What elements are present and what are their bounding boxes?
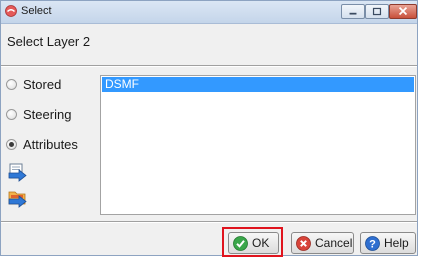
bottom-divider (1, 221, 417, 223)
blue-arrow-into-document-icon (8, 163, 27, 182)
ok-button-highlight-box (222, 227, 283, 257)
help-button[interactable]: ? Help (360, 232, 416, 254)
list-item[interactable]: DSMF (102, 77, 414, 92)
radio-button[interactable] (6, 138, 17, 150)
window-title: Select (21, 5, 52, 17)
close-icon (398, 6, 408, 16)
app-icon (5, 5, 17, 17)
radio-stored[interactable]: Stored (6, 76, 61, 92)
select-dialog-window: Select Select Layer 2 Stored Steering At… (0, 0, 418, 256)
radio-label: Attributes (23, 136, 78, 152)
cancel-label: Cancel (315, 236, 353, 250)
maximize-icon (372, 7, 382, 16)
import-document-button[interactable] (7, 163, 29, 183)
radio-button[interactable] (6, 108, 17, 120)
layer-list[interactable]: DSMF (100, 75, 416, 215)
title-bar[interactable]: Select (1, 1, 417, 24)
radio-label: Steering (23, 106, 72, 122)
radio-button[interactable] (6, 78, 17, 90)
svg-text:?: ? (369, 238, 376, 250)
radio-attributes[interactable]: Attributes (6, 136, 78, 152)
help-label: Help (384, 236, 409, 250)
top-divider (1, 65, 417, 67)
minimize-button[interactable] (341, 4, 365, 19)
radio-steering[interactable]: Steering (6, 106, 71, 122)
minimize-icon (349, 12, 357, 15)
close-button[interactable] (389, 4, 417, 19)
import-folder-button[interactable] (7, 189, 29, 209)
dialog-heading: Select Layer 2 (7, 34, 91, 49)
maximize-button[interactable] (365, 4, 389, 19)
blue-arrow-into-folder-icon (8, 191, 27, 208)
cancel-button[interactable]: Cancel (291, 232, 354, 254)
red-x-icon (296, 235, 311, 251)
help-question-icon: ? (365, 235, 380, 251)
radio-label: Stored (23, 76, 62, 92)
